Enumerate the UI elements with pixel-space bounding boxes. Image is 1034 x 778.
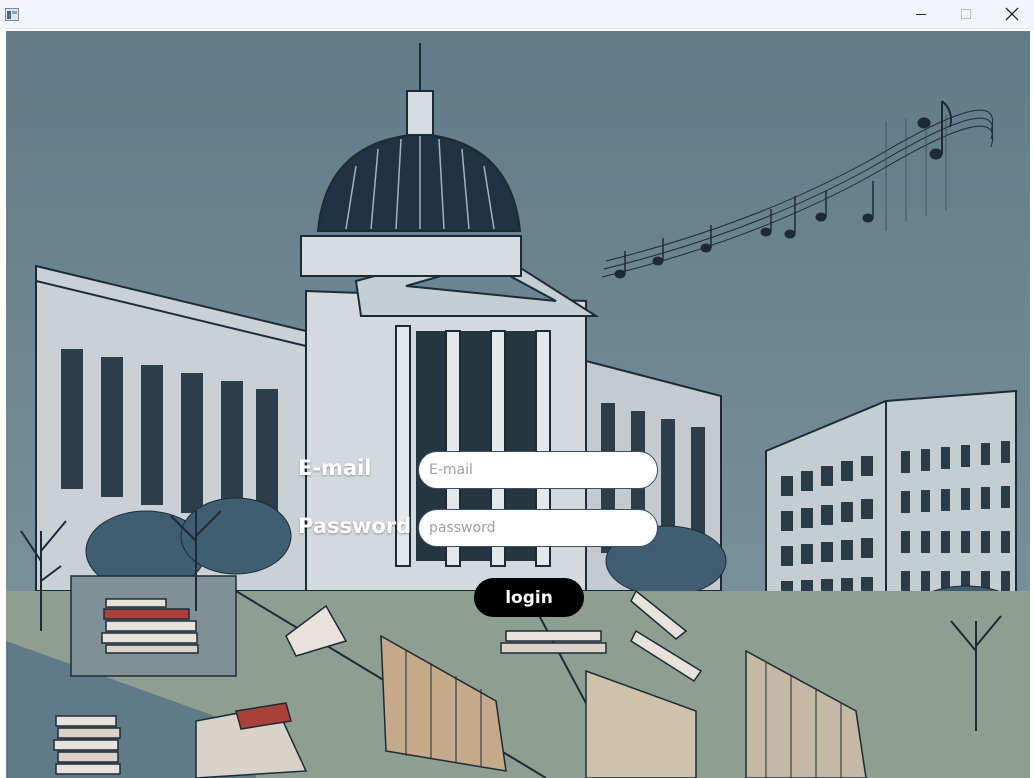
login-window-content: E-mail Password login xyxy=(6,31,1030,778)
campus-illustration xyxy=(6,31,1030,778)
window-titlebar[interactable] xyxy=(0,0,1034,29)
email-label: E-mail xyxy=(298,456,372,480)
close-icon xyxy=(1005,7,1019,21)
minimize-icon xyxy=(916,14,926,15)
password-label: Password xyxy=(298,514,412,538)
login-button[interactable]: login xyxy=(474,578,584,617)
maximize-icon xyxy=(961,9,971,19)
maximize-button[interactable] xyxy=(943,0,989,28)
close-button[interactable] xyxy=(989,0,1034,28)
email-input[interactable] xyxy=(418,451,658,489)
minimize-button[interactable] xyxy=(898,0,944,28)
password-input[interactable] xyxy=(418,509,658,547)
app-window-icon xyxy=(5,6,19,21)
